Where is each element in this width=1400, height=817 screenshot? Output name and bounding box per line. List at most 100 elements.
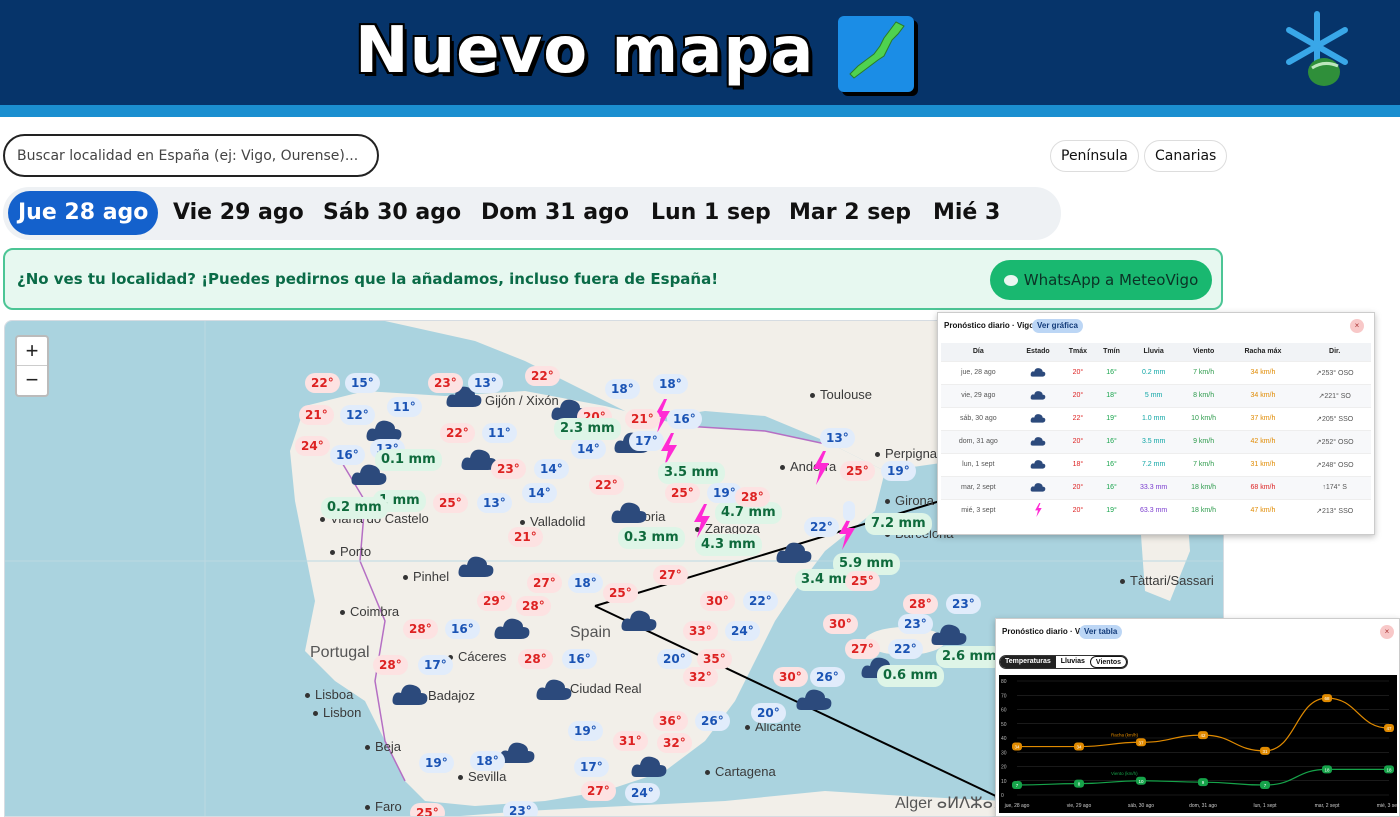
temp-marker[interactable]: 13° (477, 493, 512, 513)
temp-marker[interactable]: 26° (695, 711, 730, 731)
tab-day-2[interactable]: Sáb 30 ago (313, 191, 471, 235)
tab-day-6[interactable]: Mié 3 sep (923, 191, 1061, 269)
close-button[interactable]: × (1380, 625, 1394, 639)
tab-day-1[interactable]: Vie 29 ago (163, 191, 314, 235)
temp-marker[interactable]: 30° (823, 614, 858, 634)
temp-marker[interactable]: 18° (470, 751, 505, 771)
temp-marker[interactable]: 22° (888, 639, 923, 659)
temp-marker[interactable]: 12° (340, 405, 375, 425)
temp-marker[interactable]: 25° (845, 571, 880, 591)
temp-marker[interactable]: 19° (419, 753, 454, 773)
close-button[interactable]: × (1350, 319, 1364, 333)
temp-marker[interactable]: 23° (503, 801, 538, 816)
temp-marker[interactable]: 25° (433, 493, 468, 513)
zoom-out-button[interactable]: − (17, 366, 47, 395)
temp-marker[interactable]: 27° (653, 565, 688, 585)
temp-marker[interactable]: 26° (810, 667, 845, 687)
zoom-in-button[interactable]: + (17, 337, 47, 366)
temp-marker[interactable]: 14° (522, 483, 557, 503)
tab-day-4[interactable]: Lun 1 sep (641, 191, 781, 235)
temp-marker[interactable]: 22° (743, 591, 778, 611)
temp-marker[interactable]: 25° (410, 803, 445, 816)
tab-day-3[interactable]: Dom 31 ago (471, 191, 639, 235)
temp-marker[interactable]: 30° (773, 667, 808, 687)
temp-marker[interactable]: 18° (568, 573, 603, 593)
temp-marker[interactable]: 24° (625, 783, 660, 803)
tab-vientos[interactable]: Vientos (1089, 656, 1128, 668)
rain-marker[interactable]: 7.2 mm (865, 513, 932, 535)
tab-day-5[interactable]: Mar 2 sep (779, 191, 921, 235)
temp-marker[interactable]: 21° (299, 405, 334, 425)
temp-marker[interactable]: 29° (477, 591, 512, 611)
tab-lluvias[interactable]: Lluvias (1056, 656, 1090, 668)
temp-marker[interactable]: 20° (751, 703, 786, 723)
temp-marker[interactable]: 35° (697, 649, 732, 669)
temp-marker[interactable]: 21° (508, 527, 543, 547)
temp-marker[interactable]: 23° (491, 459, 526, 479)
temp-marker[interactable]: 22° (305, 373, 340, 393)
temp-marker[interactable]: 14° (534, 459, 569, 479)
view-chart-button[interactable]: Ver gráfica (1032, 319, 1083, 333)
temp-marker[interactable]: 17° (574, 757, 609, 777)
temp-marker[interactable]: 22° (440, 423, 475, 443)
rain-marker[interactable]: 2.6 mm (936, 646, 1003, 668)
temp-marker[interactable]: 23° (428, 373, 463, 393)
temp-marker[interactable]: 25° (665, 483, 700, 503)
temp-marker[interactable]: 30° (700, 591, 735, 611)
temp-marker[interactable]: 18° (653, 374, 688, 394)
whatsapp-button[interactable]: WhatsApp a MeteoVigo (990, 260, 1212, 300)
temp-marker[interactable]: 21° (625, 409, 660, 429)
temp-marker[interactable] (843, 501, 855, 521)
temp-marker[interactable]: 32° (683, 667, 718, 687)
temp-marker[interactable]: 16° (445, 619, 480, 639)
temp-marker[interactable]: 28° (373, 655, 408, 675)
temp-marker[interactable]: 15° (345, 373, 380, 393)
peninsula-button[interactable]: Península (1050, 140, 1139, 172)
temp-marker[interactable]: 28° (403, 619, 438, 639)
temp-marker[interactable]: 28° (903, 594, 938, 614)
temp-marker[interactable]: 27° (845, 639, 880, 659)
rain-marker[interactable]: 0.1 mm (375, 449, 442, 471)
temp-marker[interactable]: 16° (330, 445, 365, 465)
view-table-button[interactable]: Ver tabla (1079, 625, 1123, 639)
tab-day-0[interactable]: Jue 28 ago (8, 191, 159, 235)
temp-marker[interactable]: 31° (613, 731, 648, 751)
tab-temperaturas[interactable]: Temperaturas (1000, 656, 1056, 668)
canarias-button[interactable]: Canarias (1144, 140, 1228, 172)
temp-marker[interactable]: 28° (735, 487, 770, 507)
temp-marker[interactable]: 17° (629, 431, 664, 451)
temp-marker[interactable]: 23° (946, 594, 981, 614)
temp-marker[interactable]: 25° (603, 583, 638, 603)
temp-marker[interactable]: 18° (605, 379, 640, 399)
temp-marker[interactable]: 22° (525, 366, 560, 386)
temp-marker[interactable]: 22° (589, 475, 624, 495)
temp-marker[interactable]: 24° (725, 621, 760, 641)
temp-marker[interactable]: 33° (683, 621, 718, 641)
rain-marker[interactable]: 2.3 mm (554, 418, 621, 440)
temp-marker[interactable]: 28° (518, 649, 553, 669)
temp-marker[interactable]: 13° (468, 373, 503, 393)
temp-marker[interactable]: 25° (840, 461, 875, 481)
rain-marker[interactable]: 3.5 mm (658, 462, 725, 484)
temp-marker[interactable]: 19° (568, 721, 603, 741)
temp-marker[interactable]: 32° (657, 733, 692, 753)
rain-marker[interactable]: 0.2 mm (321, 497, 388, 519)
rain-marker[interactable]: 0.6 mm (877, 665, 944, 687)
temp-marker[interactable]: 14° (571, 439, 606, 459)
temp-marker[interactable]: 13° (820, 428, 855, 448)
temp-marker[interactable]: 11° (482, 423, 517, 443)
temp-marker[interactable]: 11° (387, 397, 422, 417)
temp-marker[interactable]: 16° (562, 649, 597, 669)
temp-marker[interactable]: 20° (657, 649, 692, 669)
temp-marker[interactable]: 28° (516, 596, 551, 616)
temp-marker[interactable]: 36° (653, 711, 688, 731)
temp-marker[interactable]: 27° (527, 573, 562, 593)
temp-marker[interactable]: 19° (881, 461, 916, 481)
temp-marker[interactable]: 17° (418, 655, 453, 675)
temp-marker[interactable]: 24° (295, 436, 330, 456)
rain-marker[interactable]: 0.3 mm (618, 527, 685, 549)
temp-marker[interactable]: 27° (581, 781, 616, 801)
temp-marker[interactable]: 16° (667, 409, 702, 429)
temp-marker[interactable]: 23° (898, 614, 933, 634)
search-input[interactable] (3, 134, 379, 177)
